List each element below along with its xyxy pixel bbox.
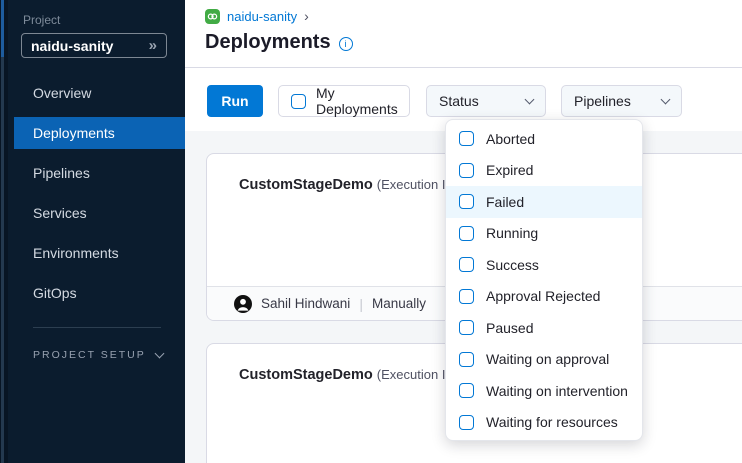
option-label: Approval Rejected: [486, 288, 600, 304]
breadcrumb-project-link[interactable]: naidu-sanity: [227, 9, 297, 24]
title-row: Deployments i: [205, 31, 353, 54]
triggered-by-user[interactable]: Sahil Hindwani: [261, 296, 350, 311]
separator: |: [359, 296, 363, 312]
sidebar-item-label: GitOps: [33, 285, 77, 301]
project-module-icon: [205, 9, 220, 24]
pipelines-filter-label: Pipelines: [574, 93, 654, 109]
project-name: naidu-sanity: [31, 38, 149, 54]
option-label: Aborted: [486, 131, 535, 147]
option-checkbox[interactable]: [459, 131, 474, 146]
project-sidebar: Project naidu-sanity » Overview Deployme…: [8, 0, 185, 463]
sidebar-item-overview[interactable]: Overview: [8, 73, 185, 113]
sidebar-scrollbar[interactable]: [1, 57, 4, 463]
option-checkbox[interactable]: [459, 163, 474, 178]
sidebar-item-label: Services: [33, 205, 87, 221]
status-option-waiting-for-resources[interactable]: Waiting for resources: [446, 407, 642, 439]
chevron-right-icon: ›: [304, 8, 309, 24]
sidebar-item-label: Deployments: [33, 125, 115, 141]
option-checkbox[interactable]: [459, 383, 474, 398]
execution-id-text: (Execution Id: [377, 177, 453, 192]
deployment-title: CustomStageDemo (Execution Id: [239, 177, 453, 193]
module-active-indicator: [1, 0, 4, 57]
option-checkbox[interactable]: [459, 352, 474, 367]
project-selector[interactable]: naidu-sanity »: [21, 33, 167, 58]
my-deployments-label: My Deployments: [316, 85, 409, 117]
my-deployments-toggle[interactable]: My Deployments: [278, 85, 410, 117]
option-label: Failed: [486, 194, 524, 210]
status-option-waiting-on-intervention[interactable]: Waiting on intervention: [446, 375, 642, 407]
option-label: Expired: [486, 162, 533, 178]
project-setup-label: PROJECT SETUP: [33, 349, 156, 361]
status-filter-dropdown[interactable]: Status: [426, 85, 546, 117]
option-checkbox[interactable]: [459, 320, 474, 335]
module-nav-strip: [0, 0, 8, 463]
option-checkbox[interactable]: [459, 194, 474, 209]
status-dropdown-menu: Aborted Expired Failed Running Success A…: [445, 119, 643, 441]
pipeline-name[interactable]: CustomStageDemo: [239, 367, 373, 383]
deployment-title: CustomStageDemo (Execution Id: [239, 367, 453, 383]
sidebar-divider: [33, 327, 161, 328]
sidebar-item-environments[interactable]: Environments: [8, 233, 185, 273]
option-label: Waiting for resources: [486, 414, 618, 430]
chevron-down-icon: [661, 95, 671, 105]
option-checkbox[interactable]: [459, 257, 474, 272]
status-filter-label: Status: [439, 93, 518, 109]
chevron-down-icon: [525, 95, 535, 105]
pipelines-filter-dropdown[interactable]: Pipelines: [561, 85, 682, 117]
status-option-failed[interactable]: Failed: [446, 186, 642, 218]
sidebar-item-gitops[interactable]: GitOps: [8, 273, 185, 313]
page-header: naidu-sanity › Deployments i: [185, 0, 742, 68]
option-label: Running: [486, 225, 538, 241]
status-option-paused[interactable]: Paused: [446, 312, 642, 344]
option-label: Waiting on approval: [486, 351, 609, 367]
page-title: Deployments: [205, 31, 331, 54]
project-setup-toggle[interactable]: PROJECT SETUP: [33, 349, 163, 361]
option-label: Success: [486, 257, 539, 273]
my-deployments-checkbox[interactable]: [291, 94, 306, 109]
status-option-waiting-on-approval[interactable]: Waiting on approval: [446, 344, 642, 376]
trigger-type: Manually: [372, 296, 426, 311]
status-option-running[interactable]: Running: [446, 218, 642, 250]
option-label: Waiting on intervention: [486, 383, 628, 399]
option-checkbox[interactable]: [459, 415, 474, 430]
sidebar-item-label: Overview: [33, 85, 91, 101]
chevron-down-icon: [155, 349, 165, 359]
project-expand-icon[interactable]: »: [149, 38, 157, 53]
status-option-success[interactable]: Success: [446, 249, 642, 281]
sidebar-nav: Overview Deployments Pipelines Services …: [8, 73, 185, 313]
option-label: Paused: [486, 320, 533, 336]
status-option-aborted[interactable]: Aborted: [446, 123, 642, 155]
project-label: Project: [23, 13, 60, 27]
execution-id-text: (Execution Id: [377, 367, 453, 382]
option-checkbox[interactable]: [459, 289, 474, 304]
breadcrumb: naidu-sanity ›: [205, 9, 309, 24]
pipeline-name[interactable]: CustomStageDemo: [239, 177, 373, 193]
option-checkbox[interactable]: [459, 226, 474, 241]
sidebar-item-deployments[interactable]: Deployments: [14, 117, 185, 149]
status-option-approval-rejected[interactable]: Approval Rejected: [446, 281, 642, 313]
sidebar-item-label: Pipelines: [33, 165, 90, 181]
avatar: [234, 295, 252, 313]
info-icon[interactable]: i: [339, 37, 353, 51]
sidebar-item-services[interactable]: Services: [8, 193, 185, 233]
run-button[interactable]: Run: [207, 85, 263, 117]
sidebar-item-label: Environments: [33, 245, 119, 261]
sidebar-item-pipelines[interactable]: Pipelines: [8, 153, 185, 193]
status-option-expired[interactable]: Expired: [446, 155, 642, 187]
